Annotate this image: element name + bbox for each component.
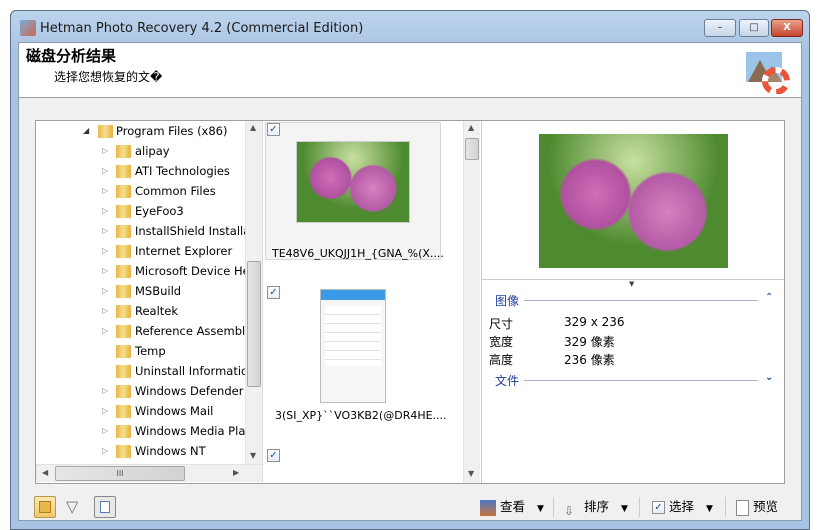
splitter-arrow-icon[interactable]: ▼ <box>629 280 634 288</box>
detail-value: 329 像素 <box>564 335 615 349</box>
minimize-button[interactable]: – <box>704 19 736 37</box>
page-subtitle: 选择您想恢复的文� <box>54 70 163 84</box>
folder-icon <box>116 265 131 278</box>
detail-label: 尺寸 <box>489 317 514 331</box>
folder-icon <box>116 205 131 218</box>
folder-icon <box>98 125 113 138</box>
close-button[interactable]: X <box>771 19 803 37</box>
search-button[interactable] <box>94 496 116 518</box>
expand-arrow-icon[interactable]: ▷ <box>102 261 108 281</box>
expand-arrow-icon[interactable]: ▷ <box>102 221 108 241</box>
select-button[interactable]: ✓ 选择 ▼ <box>652 496 713 518</box>
expand-arrow-icon[interactable]: ▷ <box>102 281 108 301</box>
folder-icon <box>116 425 131 438</box>
recovery-logo-icon <box>746 52 790 94</box>
scroll-thumb[interactable] <box>465 138 479 160</box>
detail-label: 高度 <box>489 353 514 367</box>
app-icon <box>20 20 36 36</box>
preview-image <box>539 134 728 268</box>
checkbox-icon: ✓ <box>652 501 665 514</box>
thumbnails-scrollbar[interactable]: ▲ ▼ <box>463 121 480 483</box>
folder-icon <box>116 245 131 258</box>
folders-view-button[interactable] <box>34 496 56 518</box>
expand-arrow-icon[interactable]: ▷ <box>102 181 108 201</box>
folder-icon <box>116 165 131 178</box>
expand-arrow-icon[interactable]: ▷ <box>102 301 108 321</box>
thumbnail-name: TE48V6_UKQJJ1H_{GNA_%(X.... <box>272 247 444 260</box>
folder-icon <box>116 225 131 238</box>
detail-label: 宽度 <box>489 335 514 349</box>
preview-button[interactable]: 预览 <box>736 496 778 518</box>
folder-icon <box>116 445 131 458</box>
expand-arrow-icon[interactable]: ▷ <box>102 441 108 461</box>
thumbnail-image[interactable] <box>296 141 410 223</box>
folder-icon <box>116 145 131 158</box>
expand-arrow-icon[interactable]: ▷ <box>102 421 108 441</box>
expand-arrow-icon[interactable]: ▷ <box>102 201 108 221</box>
tree-vertical-scrollbar[interactable]: ▲ ▼ <box>245 121 262 464</box>
sort-button[interactable]: ⇩ 排序 ▼ <box>564 496 628 518</box>
detail-value: 236 像素 <box>564 353 615 367</box>
maximize-button[interactable]: □ <box>739 19 769 37</box>
sort-icon: ⇩ <box>564 503 575 518</box>
expand-arrow-icon[interactable]: ▷ <box>102 141 108 161</box>
window-title: Hetman Photo Recovery 4.2 (Commercial Ed… <box>40 21 364 36</box>
view-button[interactable]: 查看 ▼ <box>480 496 544 518</box>
image-section-header: 图像 <box>495 294 520 308</box>
folder-icon <box>116 365 131 378</box>
expand-arrow-icon[interactable]: ▷ <box>102 401 108 421</box>
expand-arrow-icon[interactable]: ▷ <box>102 241 108 261</box>
folder-icon <box>116 405 131 418</box>
expand-arrow-icon[interactable]: ▷ <box>102 321 108 341</box>
expand-icon[interactable]: ⌄ <box>765 372 773 383</box>
folder-icon <box>116 305 131 318</box>
preview-icon <box>736 499 749 516</box>
folder-icon <box>116 325 131 338</box>
folder-icon <box>116 345 131 358</box>
tree-horizontal-scrollbar[interactable]: ◀ III ▶ <box>36 464 262 482</box>
folder-icon <box>116 285 131 298</box>
scroll-thumb[interactable]: III <box>55 466 185 481</box>
page-title: 磁盘分析结果 <box>26 47 117 65</box>
folder-tree[interactable]: ◢ Program Files (x86) ▷ alipay ▷ ATI Techno… <box>36 121 245 464</box>
file-section-header: 文件 <box>495 374 520 388</box>
thumbnail-name: 3(SI_XP}``VO3KB2(@DR4HE.... <box>275 409 447 422</box>
detail-value: 329 x 236 <box>564 315 625 329</box>
view-icon <box>480 499 496 516</box>
thumbnail-image[interactable] <box>320 289 386 403</box>
filter-button[interactable]: ▽ <box>66 497 78 516</box>
folder-icon <box>116 185 131 198</box>
collapse-icon[interactable]: ⌃ <box>765 292 773 303</box>
expand-arrow-icon[interactable]: ▷ <box>102 381 108 401</box>
expand-arrow-icon[interactable]: ▷ <box>102 161 108 181</box>
thumbnail-checkbox[interactable]: ✓ <box>267 286 280 299</box>
thumbnail-checkbox[interactable]: ✓ <box>267 449 280 462</box>
scroll-thumb[interactable] <box>247 261 261 387</box>
thumbnail-checkbox[interactable]: ✓ <box>267 123 280 136</box>
folder-icon <box>116 385 131 398</box>
